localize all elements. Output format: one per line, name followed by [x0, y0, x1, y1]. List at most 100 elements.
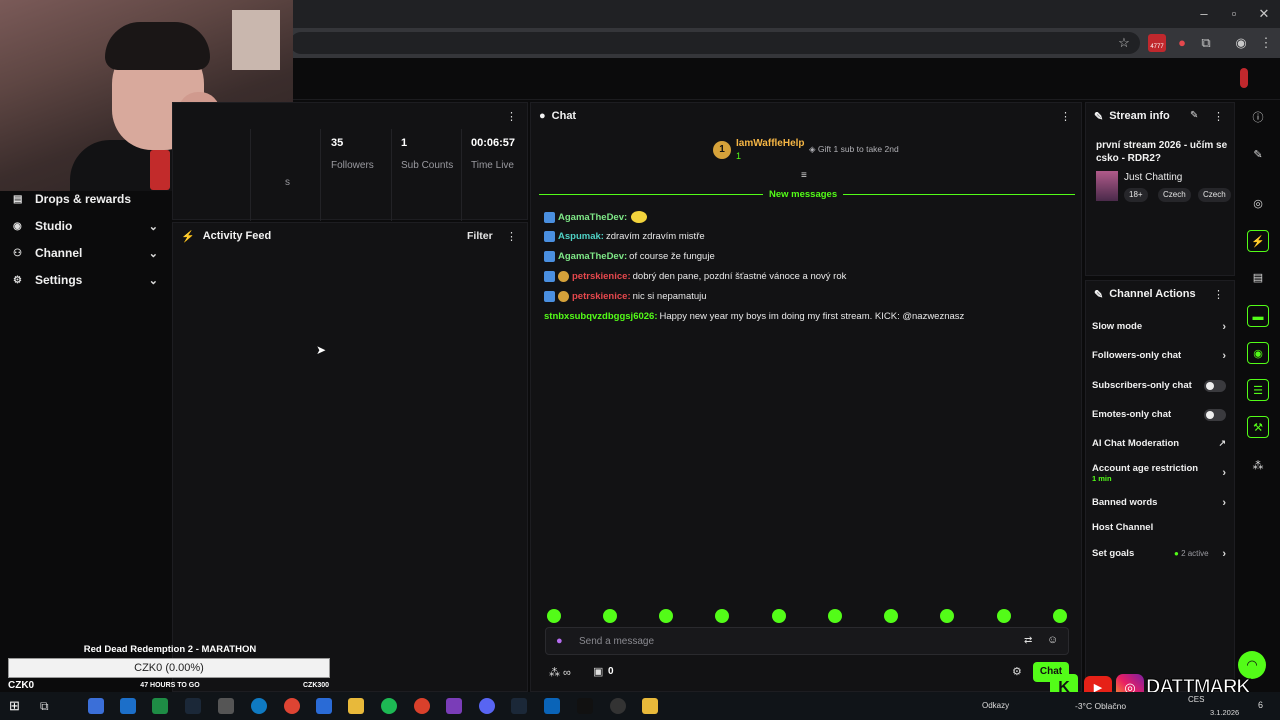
mic-icon[interactable]: ● [556, 635, 563, 647]
clock-date[interactable]: 3.1.2026 [1210, 708, 1239, 717]
quick-emote-icon[interactable] [715, 609, 729, 623]
sidebar-item-settings[interactable]: ⚙ Settings ⌄ [0, 267, 172, 293]
discord-icon[interactable] [479, 698, 495, 714]
maximize-icon[interactable]: ▫ [1226, 6, 1242, 22]
quick-emote-icon[interactable] [997, 609, 1011, 623]
sidebar-item-drops[interactable]: ▤ Drops & rewards [0, 186, 172, 212]
quick-emote-icon[interactable] [940, 609, 954, 623]
translate-icon[interactable]: ⇄ [1024, 635, 1032, 646]
emoji-icon[interactable]: ☺ [1047, 634, 1058, 646]
layout-icon[interactable]: ☰ [1247, 379, 1269, 401]
chat-bubble-icon[interactable]: ▬ [1247, 305, 1269, 327]
stats-panel: ⋮ s 35 Followers 1 Sub Counts 00:06:57 T… [172, 102, 528, 221]
dots-icon[interactable]: ⁂ [1247, 455, 1269, 477]
app-icon[interactable] [316, 698, 332, 714]
quick-emote-icon[interactable] [603, 609, 617, 623]
folder-icon[interactable] [348, 698, 364, 714]
extension-badge[interactable]: 4777 [1148, 34, 1166, 52]
links-toolbar[interactable]: Odkazy [982, 701, 1009, 710]
close-icon[interactable]: ✕ [1256, 6, 1272, 22]
points-icon[interactable]: ⁂ ∞ [549, 666, 571, 679]
action-set-goals[interactable]: Set goals ● 2 active › [1092, 548, 1230, 560]
document-icon[interactable]: ▤ [1247, 267, 1269, 289]
more-options-icon[interactable]: ⋮ [506, 110, 517, 123]
subscribers-only-toggle[interactable] [1204, 379, 1226, 392]
app-icon[interactable] [414, 698, 430, 714]
info-icon[interactable]: ⓘ [1247, 107, 1269, 129]
minimize-icon[interactable]: – [1196, 6, 1212, 22]
chat-username[interactable]: stnbxsubqvzdbggsj6026: [544, 311, 658, 322]
emotes-only-toggle[interactable] [1204, 408, 1226, 421]
sidebar-item-channel[interactable]: ⚇ Channel ⌄ [0, 240, 172, 266]
more-options-icon[interactable]: ⋮ [1213, 110, 1224, 123]
quick-emote-icon[interactable] [547, 609, 561, 623]
spotify-icon[interactable] [381, 698, 397, 714]
obs-icon[interactable] [610, 698, 626, 714]
wrench-icon[interactable]: ⚒ [1247, 416, 1269, 438]
quick-emote-icon[interactable] [659, 609, 673, 623]
app-icon[interactable] [88, 698, 104, 714]
category-name[interactable]: Just Chatting [1124, 172, 1182, 183]
tiktok-icon[interactable] [577, 698, 593, 714]
chat-message[interactable]: Aspumak: zdravím zdravím mistře [544, 231, 705, 242]
chat-username[interactable]: petrskienice: [572, 271, 631, 282]
chat-username[interactable]: Aspumak: [558, 231, 604, 242]
extension-icon[interactable]: ● [1174, 35, 1190, 51]
chrome-icon[interactable] [284, 698, 300, 714]
chat-message[interactable]: AgamaTheDev: of course že funguje [544, 251, 715, 262]
chat-settings-icon[interactable]: ⚙ [1012, 665, 1022, 678]
profile-icon[interactable]: ◉ [1233, 35, 1249, 51]
weather-widget[interactable]: -3°C Oblačno [1075, 701, 1126, 711]
outlook-icon[interactable] [544, 698, 560, 714]
chat-message[interactable]: petrskienice: dobrý den pane, pozdní šťas… [544, 271, 846, 282]
more-options-icon[interactable]: ⋮ [1213, 288, 1224, 301]
onenote-icon[interactable] [446, 698, 462, 714]
more-options-icon[interactable]: ⋮ [1060, 110, 1071, 123]
chat-message[interactable]: AgamaTheDev: [544, 211, 648, 223]
edge-icon[interactable] [251, 698, 267, 714]
action-host-channel[interactable]: Host Channel [1092, 522, 1230, 533]
chat-username[interactable]: petrskienice: [572, 291, 631, 302]
bolt-icon[interactable]: ⚡ [1247, 230, 1269, 252]
steam-icon[interactable] [511, 698, 527, 714]
chat-username[interactable]: AgamaTheDev: [558, 212, 627, 223]
action-followers-only[interactable]: Followers-only chat › [1092, 350, 1230, 362]
action-subscribers-only[interactable]: Subscribers-only chat [1092, 379, 1230, 392]
chat-input[interactable]: ● Send a message ⇄ ☺ [545, 627, 1069, 655]
action-banned-words[interactable]: Banned words › [1092, 497, 1230, 509]
action-ai-moderation[interactable]: AI Chat Moderation ↗ [1092, 438, 1230, 449]
puzzle-icon[interactable]: ⧉ [1198, 35, 1214, 51]
broadcast-icon[interactable]: ◉ [1247, 342, 1269, 364]
sidebar-item-studio[interactable]: ◉ Studio ⌄ [0, 213, 172, 239]
app-icon[interactable] [120, 698, 136, 714]
sidebar-item-label: Drops & rewards [35, 192, 132, 206]
windows-start-icon[interactable]: ⊞ [9, 698, 25, 714]
menu-icon[interactable]: ⋮ [1258, 35, 1274, 51]
task-view-icon[interactable]: ⧉ [40, 698, 56, 714]
quick-emote-icon[interactable] [1053, 609, 1067, 623]
collapse-icon[interactable]: ≡ [801, 170, 807, 181]
action-emotes-only[interactable]: Emotes-only chat [1092, 408, 1230, 421]
address-bar[interactable] [290, 32, 1140, 54]
quick-emote-icon[interactable] [828, 609, 842, 623]
chat-message[interactable]: petrskienice: nic si nepamatuju [544, 291, 707, 302]
steam-icon[interactable] [185, 698, 201, 714]
pencil-icon[interactable]: ✎ [1247, 144, 1269, 166]
chat-message[interactable]: stnbxsubqvzdbggsj6026: Happy new year my … [544, 311, 964, 322]
edit-icon[interactable]: ✎ [1190, 110, 1198, 121]
filter-button[interactable]: Filter [467, 230, 493, 242]
excel-icon[interactable] [152, 698, 168, 714]
more-options-icon[interactable]: ⋮ [506, 230, 517, 243]
app-icon[interactable] [642, 698, 658, 714]
gift-sub-prompt[interactable]: ◈ Gift 1 sub to take 2nd [809, 144, 899, 155]
quick-emote-icon[interactable] [772, 609, 786, 623]
chat-username[interactable]: AgamaTheDev: [558, 251, 627, 262]
language-indicator[interactable]: CES [1188, 695, 1204, 704]
quick-emote-icon[interactable] [884, 609, 898, 623]
star-icon[interactable]: ☆ [1116, 35, 1132, 51]
camera-icon[interactable]: ◎ [1247, 193, 1269, 215]
app-icon[interactable] [218, 698, 234, 714]
action-slow-mode[interactable]: Slow mode › [1092, 321, 1230, 333]
notification-count[interactable]: 6 [1258, 700, 1263, 710]
action-account-age[interactable]: Account age restriction 1 min › [1092, 463, 1230, 483]
